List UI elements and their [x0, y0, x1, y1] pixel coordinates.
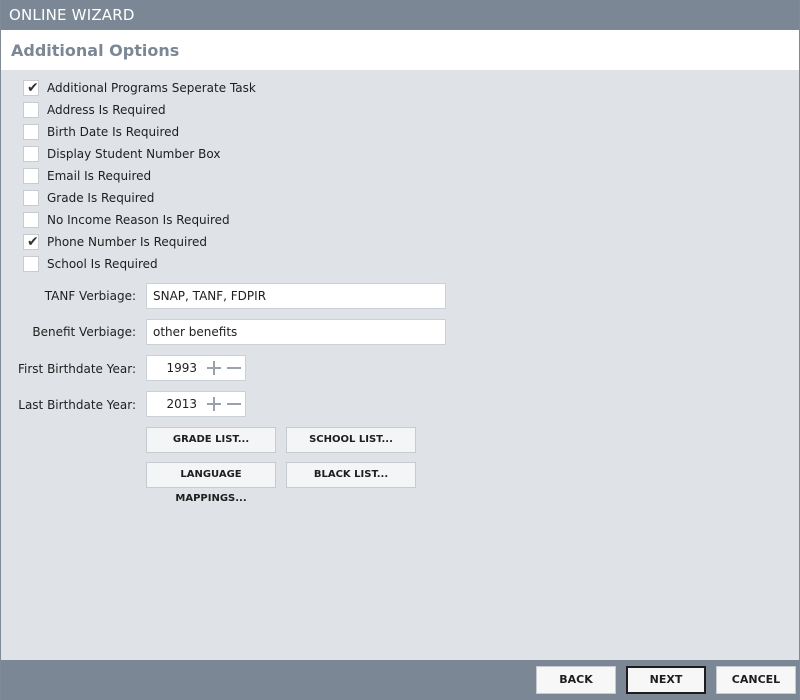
option-label: Grade Is Required	[47, 191, 155, 205]
plus-icon[interactable]	[206, 392, 222, 416]
minus-icon[interactable]	[226, 356, 242, 380]
checkbox[interactable]: ✔	[23, 80, 39, 96]
option-school-required[interactable]: School Is Required	[23, 253, 256, 275]
cancel-button[interactable]: CANCEL	[716, 666, 796, 694]
checkbox[interactable]	[23, 212, 39, 228]
option-grade-required[interactable]: Grade Is Required	[23, 187, 256, 209]
wizard-footer: BACK NEXT CANCEL	[1, 660, 799, 700]
checkbox[interactable]	[23, 256, 39, 272]
option-label: Birth Date Is Required	[47, 125, 180, 139]
option-no-income-reason-required[interactable]: No Income Reason Is Required	[23, 209, 256, 231]
checkbox[interactable]: ✔	[23, 234, 39, 250]
plus-icon[interactable]	[206, 356, 222, 380]
grade-list-button[interactable]: GRADE LIST...	[146, 427, 276, 453]
back-button[interactable]: BACK	[536, 666, 616, 694]
option-label: Phone Number Is Required	[47, 235, 208, 249]
next-button[interactable]: NEXT	[626, 666, 706, 694]
option-label: Address Is Required	[47, 103, 166, 117]
checkbox[interactable]	[23, 146, 39, 162]
option-label: Display Student Number Box	[47, 147, 221, 161]
stepper-value[interactable]: 1993	[166, 356, 197, 380]
option-label: Additional Programs Seperate Task	[47, 81, 256, 95]
checkbox[interactable]	[23, 102, 39, 118]
page-header: Additional Options	[1, 30, 799, 70]
wizard-window: ONLINE WIZARD Additional Options ✔ Addit…	[0, 0, 800, 700]
checkbox[interactable]	[23, 168, 39, 184]
first-birthdate-year-stepper[interactable]: 1993	[146, 355, 246, 381]
benefit-verbiage-label: Benefit Verbiage:	[32, 325, 136, 339]
option-label: No Income Reason Is Required	[47, 213, 230, 227]
checkbox[interactable]	[23, 190, 39, 206]
last-birthdate-year-stepper[interactable]: 2013	[146, 391, 246, 417]
option-display-student-number-box[interactable]: Display Student Number Box	[23, 143, 256, 165]
black-list-button[interactable]: BLACK LIST...	[286, 462, 416, 488]
page-title: Additional Options	[11, 41, 180, 60]
option-phone-number-required[interactable]: ✔ Phone Number Is Required	[23, 231, 256, 253]
option-label: School Is Required	[47, 257, 158, 271]
checkmark-icon: ✔	[27, 80, 39, 96]
school-list-button[interactable]: SCHOOL LIST...	[286, 427, 416, 453]
language-mappings-button[interactable]: LANGUAGE MAPPINGS...	[146, 462, 276, 504]
tanf-verbiage-input[interactable]: SNAP, TANF, FDPIR	[146, 283, 446, 309]
option-address-required[interactable]: Address Is Required	[23, 99, 256, 121]
option-birth-date-required[interactable]: Birth Date Is Required	[23, 121, 256, 143]
tanf-verbiage-label: TANF Verbiage:	[44, 289, 136, 303]
option-additional-programs-seperate-task[interactable]: ✔ Additional Programs Seperate Task	[23, 77, 256, 99]
window-title: ONLINE WIZARD	[1, 0, 799, 30]
option-email-required[interactable]: Email Is Required	[23, 165, 256, 187]
minus-icon[interactable]	[226, 392, 242, 416]
option-label: Email Is Required	[47, 169, 152, 183]
checkbox[interactable]	[23, 124, 39, 140]
last-birthdate-year-label: Last Birthdate Year:	[18, 398, 136, 412]
stepper-value[interactable]: 2013	[166, 392, 197, 416]
benefit-verbiage-input[interactable]: other benefits	[146, 319, 446, 345]
options-checklist: ✔ Additional Programs Seperate Task Addr…	[23, 77, 256, 275]
first-birthdate-year-label: First Birthdate Year:	[18, 362, 136, 376]
checkmark-icon: ✔	[27, 234, 39, 250]
